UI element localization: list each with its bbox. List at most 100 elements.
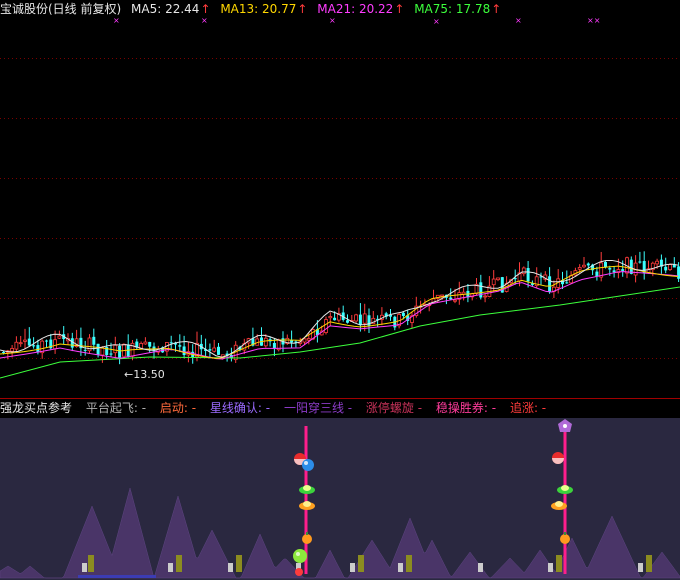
candle bbox=[272, 338, 276, 357]
candlestick-chart[interactable]: × × × × × ×× bbox=[0, 0, 680, 399]
candle bbox=[195, 331, 199, 362]
candle-body bbox=[272, 342, 276, 349]
candle bbox=[569, 271, 573, 285]
candle bbox=[379, 307, 384, 326]
candle-body bbox=[53, 339, 57, 350]
candle-body bbox=[655, 260, 659, 265]
candle bbox=[496, 277, 500, 282]
signal-limit-up-spiral: 涨停螺旋 - bbox=[365, 401, 423, 415]
candle-body bbox=[113, 344, 118, 354]
signal-platform-takeoff: 平台起飞: - bbox=[85, 401, 147, 415]
candle-body bbox=[565, 282, 569, 284]
stock-chart-window: 宝诚股份(日线 前复权) MA5: 22.44↑ MA13: 20.77↑ MA… bbox=[0, 0, 680, 580]
candle-body bbox=[92, 336, 96, 345]
candle bbox=[479, 274, 483, 300]
candle bbox=[638, 251, 642, 264]
candle bbox=[204, 338, 208, 357]
candle-body bbox=[169, 342, 173, 344]
candle bbox=[242, 338, 247, 355]
candle bbox=[27, 327, 31, 348]
candle bbox=[539, 272, 543, 285]
candle-body bbox=[83, 349, 87, 351]
candle bbox=[362, 303, 367, 332]
signal-one-yang-three-lines: 一阳穿三线 - bbox=[283, 401, 353, 415]
candle-body bbox=[143, 341, 148, 345]
candle bbox=[672, 257, 676, 268]
candle-body bbox=[14, 341, 19, 350]
candle-body bbox=[362, 313, 367, 324]
candle bbox=[526, 261, 530, 288]
candle bbox=[126, 334, 130, 358]
candle bbox=[612, 266, 616, 278]
signal-start: 启动: - bbox=[159, 401, 197, 415]
indicator-title: 强龙买点参考 bbox=[0, 401, 73, 415]
candle-body bbox=[526, 268, 530, 282]
signal-square bbox=[406, 555, 412, 572]
candle-body bbox=[608, 268, 612, 270]
signal-square bbox=[646, 555, 652, 572]
candle-body bbox=[358, 314, 362, 325]
candle-body bbox=[548, 276, 552, 293]
x-marker-icon: × bbox=[433, 17, 440, 26]
candle-body bbox=[302, 338, 307, 343]
candle-body bbox=[582, 264, 586, 268]
candle-body bbox=[521, 267, 526, 275]
low-price-annotation: ←13.50 bbox=[124, 368, 165, 381]
candle bbox=[118, 343, 122, 365]
signal-square bbox=[228, 563, 233, 572]
candle bbox=[260, 327, 263, 346]
candle bbox=[341, 305, 345, 322]
red-ball-icon bbox=[552, 452, 564, 464]
candle-body bbox=[354, 314, 359, 322]
indicator-header: 强龙买点参考 平台起飞: - 启动: - 星线确认: - 一阳穿三线 - 涨停螺… bbox=[0, 399, 556, 417]
candle bbox=[406, 309, 410, 326]
candle bbox=[113, 336, 118, 359]
red-ball-icon bbox=[295, 568, 303, 576]
candle bbox=[599, 251, 604, 282]
candle-body bbox=[32, 345, 36, 347]
candle-body bbox=[118, 345, 122, 358]
x-marker-icon: × bbox=[515, 16, 522, 25]
candle bbox=[659, 254, 663, 274]
top-markers: × × × × × ×× bbox=[113, 16, 600, 26]
candle bbox=[212, 339, 217, 353]
candle bbox=[14, 336, 19, 351]
candle-body bbox=[178, 345, 182, 347]
signal-square bbox=[176, 555, 182, 572]
candle-body bbox=[57, 335, 62, 339]
signal-square bbox=[350, 563, 355, 572]
candle bbox=[182, 335, 186, 359]
candle bbox=[642, 251, 646, 280]
signal-square bbox=[358, 555, 364, 572]
candle bbox=[367, 308, 371, 333]
candle-body bbox=[148, 341, 152, 347]
candle bbox=[18, 335, 23, 347]
candle bbox=[178, 334, 182, 353]
candle-body bbox=[479, 282, 483, 298]
candle-body bbox=[440, 294, 445, 297]
signal-square bbox=[398, 563, 403, 572]
ma75-line bbox=[0, 286, 680, 379]
candle bbox=[354, 313, 359, 324]
signal-square bbox=[88, 555, 94, 572]
candle-body bbox=[306, 338, 311, 341]
candle-body bbox=[638, 261, 642, 263]
candle bbox=[156, 345, 161, 356]
candle-body bbox=[668, 264, 672, 270]
indicator-chart[interactable] bbox=[0, 418, 680, 580]
x-marker-icon: ×× bbox=[587, 16, 600, 25]
candle-body bbox=[612, 270, 616, 273]
candle-body bbox=[621, 269, 625, 272]
candle-body bbox=[586, 263, 590, 266]
candle bbox=[62, 326, 66, 345]
candle-body bbox=[449, 297, 453, 300]
x-marker-icon: × bbox=[201, 16, 208, 25]
candle bbox=[217, 343, 220, 356]
candle bbox=[457, 281, 462, 305]
signal-square bbox=[236, 555, 242, 572]
candle bbox=[466, 284, 470, 303]
candle-body bbox=[96, 343, 100, 355]
signal-square bbox=[556, 555, 562, 572]
candle bbox=[290, 330, 294, 349]
scrollbar-thumb[interactable] bbox=[78, 575, 156, 578]
